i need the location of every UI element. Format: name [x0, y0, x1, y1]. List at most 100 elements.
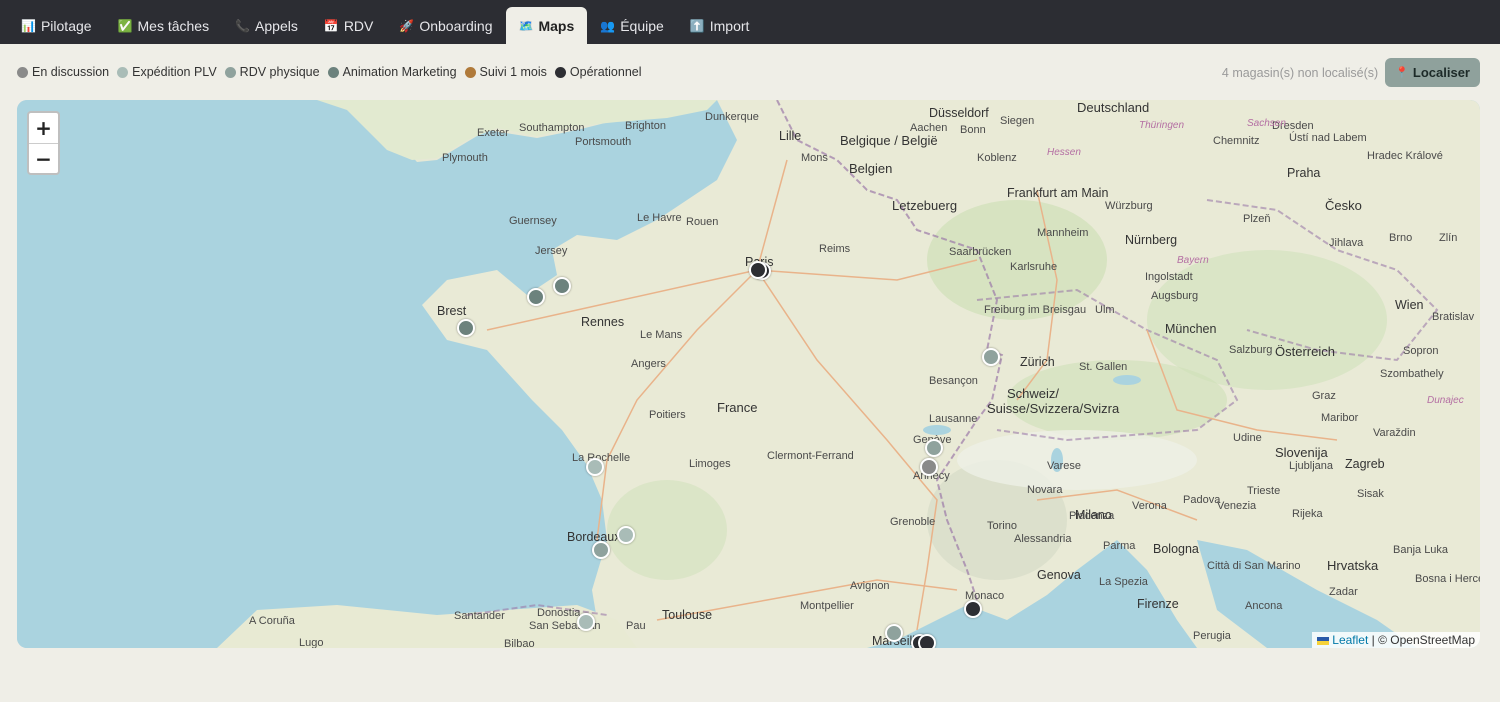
- store-marker[interactable]: [527, 288, 545, 306]
- map-label: Angers: [631, 358, 666, 370]
- store-marker[interactable]: [920, 458, 938, 476]
- osm-attribution: © OpenStreetMap: [1378, 633, 1475, 647]
- attribution-separator: |: [1371, 633, 1375, 647]
- map-label: Düsseldorf: [929, 106, 989, 120]
- map-label: Szombathely: [1380, 368, 1444, 380]
- legend-item: En discussion: [17, 65, 109, 79]
- zoom-in-button[interactable]: +: [29, 113, 58, 143]
- map-label: Guernsey: [509, 215, 557, 227]
- status-legend-bar: En discussion Expédition PLV RDV physique A…: [0, 44, 1500, 100]
- zoom-out-button[interactable]: −: [29, 143, 58, 173]
- unlocated-count-text: 4 magasin(s) non localisé(s): [1221, 65, 1379, 80]
- store-marker[interactable]: [586, 458, 604, 476]
- map-label: Le Havre: [637, 212, 682, 224]
- team-icon: 👥: [600, 18, 616, 33]
- store-marker[interactable]: [553, 277, 571, 295]
- map-label: Dunajec: [1427, 395, 1464, 406]
- map-label: Lugo: [299, 637, 324, 648]
- map-label: Genova: [1037, 568, 1081, 582]
- legend-dot-icon: [117, 66, 129, 78]
- store-marker[interactable]: [617, 526, 635, 544]
- map-label: Città di San Marino: [1207, 560, 1301, 572]
- map-label: Venezia: [1217, 500, 1257, 512]
- map-label: Ústí nad Labem: [1289, 132, 1367, 144]
- chart-icon: 📊: [21, 18, 36, 33]
- map-icon: 🗺️: [518, 18, 534, 33]
- locate-button[interactable]: 📍 Localiser: [1385, 58, 1480, 87]
- tab-5[interactable]: 🗺️ Maps: [505, 7, 588, 44]
- store-marker[interactable]: [749, 261, 767, 279]
- map-label: Dunkerque: [705, 111, 759, 123]
- map-label: Parma: [1103, 540, 1136, 552]
- map-label: Nürnberg: [1125, 233, 1178, 247]
- zoom-control: + −: [27, 111, 60, 175]
- map-label: Ulm: [1095, 304, 1115, 316]
- map-label: Donostia: [537, 607, 581, 619]
- map-label: Varese: [1047, 460, 1082, 472]
- store-marker[interactable]: [577, 613, 595, 631]
- store-marker[interactable]: [885, 624, 903, 642]
- store-marker[interactable]: [592, 541, 610, 559]
- map-label: Sopron: [1403, 345, 1439, 357]
- map-label: Clermont-Ferrand: [767, 450, 854, 462]
- map-label: Montpellier: [800, 600, 854, 612]
- map-label: Karlsruhe: [1010, 261, 1058, 273]
- tab-4[interactable]: 🚀 Onboarding: [386, 7, 505, 44]
- leaflet-link[interactable]: Leaflet: [1332, 633, 1368, 647]
- map-label: Avignon: [850, 580, 890, 592]
- tab-2[interactable]: 📞 Appels: [222, 7, 311, 44]
- map-label: Bonn: [960, 124, 986, 136]
- store-marker[interactable]: [964, 600, 982, 618]
- map-label: Wien: [1395, 298, 1424, 312]
- map-label: Hradec Králové: [1367, 150, 1443, 162]
- map-label: Lausanne: [929, 413, 978, 425]
- map-label: Freiburg im Breisgau: [984, 304, 1087, 316]
- legend-item: Expédition PLV: [117, 65, 217, 79]
- locate-controls: 4 magasin(s) non localisé(s) 📍 Localiser: [1222, 58, 1480, 87]
- map-label: Udine: [1233, 432, 1262, 444]
- tab-0[interactable]: 📊 Pilotage: [8, 7, 105, 44]
- map-label: Southampton: [519, 122, 585, 134]
- legend-item: RDV physique: [224, 65, 320, 79]
- map-label: Sisak: [1357, 488, 1384, 500]
- store-marker[interactable]: [918, 634, 936, 648]
- tab-6[interactable]: 👥 Équipe: [587, 7, 677, 44]
- map-container[interactable]: Exeter Southampton Brighton Portsmouth Plymo…: [17, 100, 1480, 648]
- map-label: Rijeka: [1292, 508, 1323, 520]
- map-label: Saarbrücken: [949, 246, 1012, 258]
- map-label: St. Gallen: [1079, 361, 1128, 373]
- map-label: Koblenz: [977, 152, 1017, 164]
- map-label: Perugia: [1193, 630, 1231, 642]
- store-marker[interactable]: [982, 348, 1000, 366]
- map-label: Le Mans: [640, 329, 683, 341]
- map-label: Česko: [1325, 198, 1362, 213]
- map-label: Torino: [987, 520, 1017, 532]
- map-label: Praha: [1287, 166, 1321, 180]
- map-label: Hessen: [1047, 147, 1081, 158]
- map-label: Plymouth: [442, 152, 488, 164]
- check-icon: ✅: [117, 18, 133, 33]
- map-label: Hrvatska: [1327, 558, 1379, 573]
- map-label: Augsburg: [1151, 290, 1199, 302]
- pin-icon: 📍: [1395, 67, 1409, 79]
- map-label: Firenze: [1137, 597, 1179, 611]
- map-label: Brest: [437, 304, 467, 318]
- map-label: La Spezia: [1099, 576, 1148, 588]
- map-label: Grenoble: [890, 516, 936, 528]
- tab-7[interactable]: ⬆️ Import: [677, 7, 763, 44]
- legend-label: En discussion: [32, 65, 110, 79]
- store-marker[interactable]: [457, 319, 475, 337]
- tab-label: Import: [709, 17, 750, 34]
- tab-1[interactable]: ✅ Mes tâches: [105, 7, 223, 44]
- upload-icon: ⬆️: [689, 18, 705, 33]
- store-marker[interactable]: [925, 439, 943, 457]
- map-label: Ancona: [1245, 600, 1283, 612]
- map-label: Slovenija: [1275, 445, 1328, 460]
- map-label: Bilbao: [504, 638, 535, 648]
- ukraine-flag-icon: [1317, 636, 1330, 645]
- map-label: Ljubljana: [1289, 460, 1334, 472]
- phone-icon: 📞: [235, 18, 251, 33]
- tab-3[interactable]: 📅 RDV: [311, 7, 387, 44]
- map-label: A Coruña: [249, 615, 295, 627]
- legend-dot-icon: [224, 66, 236, 78]
